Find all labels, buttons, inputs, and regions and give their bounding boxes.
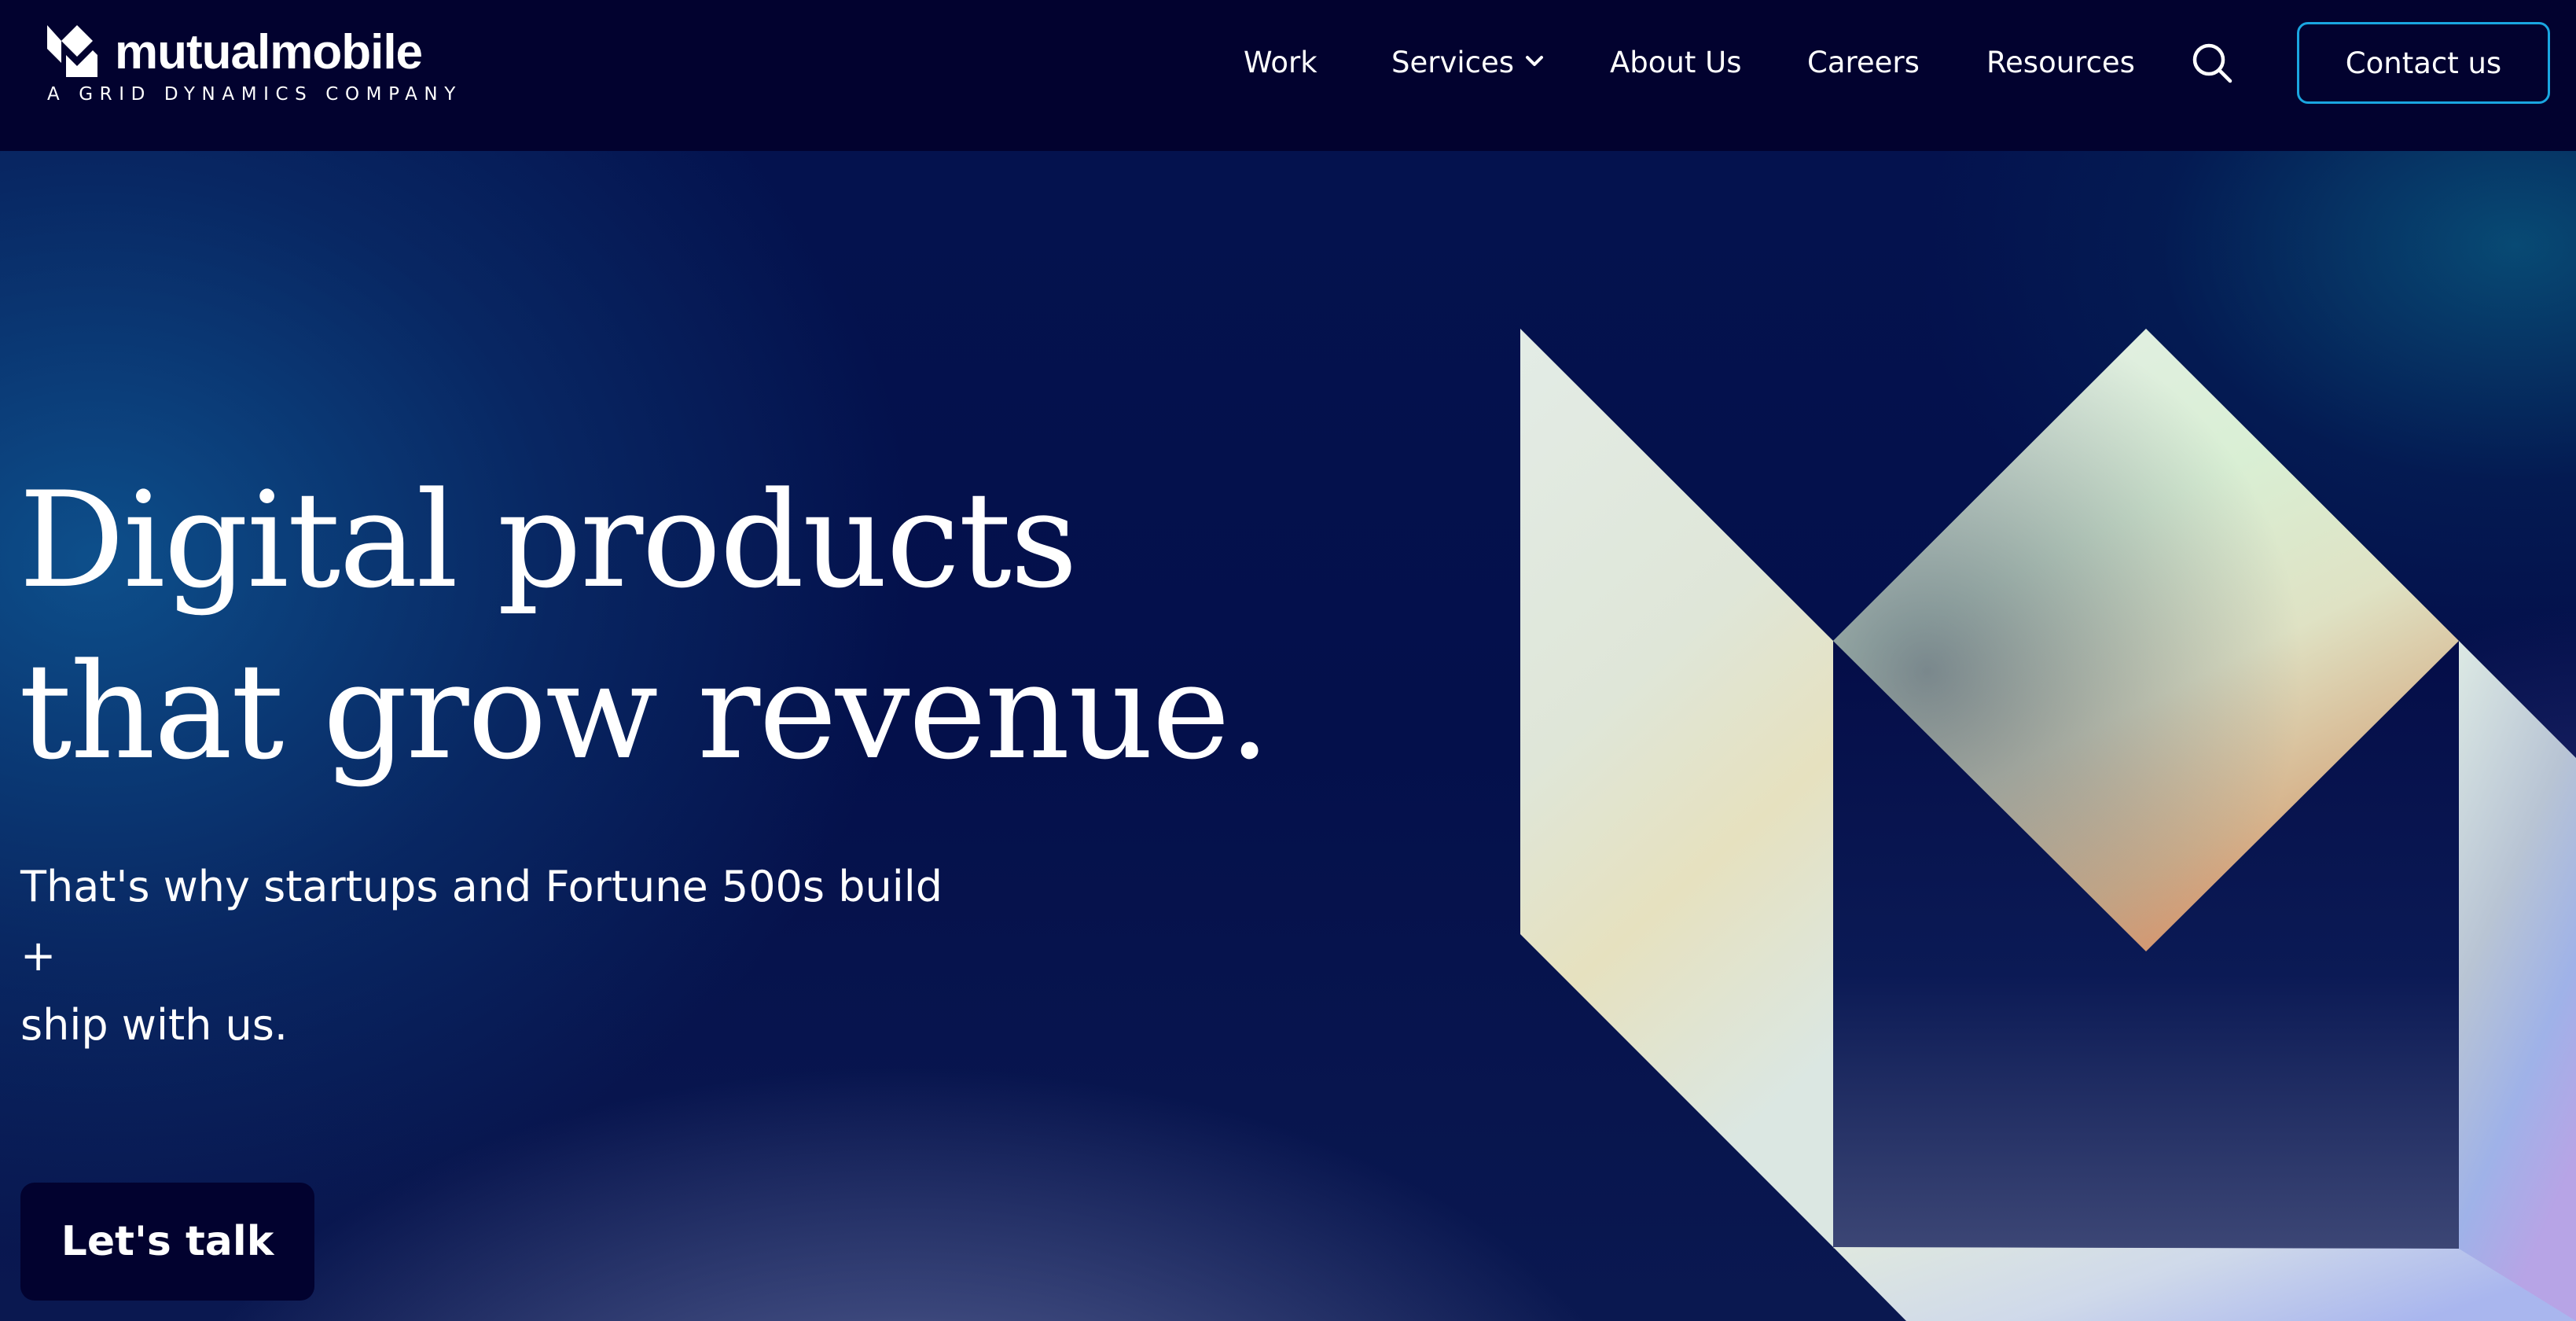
hero-title-line: Digital products (19, 463, 1078, 617)
nav-item-careers[interactable]: Careers (1807, 42, 1920, 83)
search-icon (2192, 43, 2232, 83)
logo-mark-icon (47, 25, 97, 77)
nav-item-resources[interactable]: Resources (1986, 42, 2135, 83)
contact-us-button[interactable]: Contact us (2297, 22, 2550, 104)
logo[interactable]: mutualmobile A GRID DYNAMICS COMPANY (46, 24, 455, 110)
hero-subtitle-line: That's why startups and Fortune 500s bui… (20, 862, 943, 981)
hero-title: Digital products that grow revenue. (19, 454, 1355, 797)
nav-item-services[interactable]: Services (1391, 42, 1544, 83)
nav-item-label: About Us (1610, 46, 1742, 79)
search-button[interactable] (2190, 41, 2234, 85)
nav-item-work[interactable]: Work (1244, 42, 1317, 83)
hero-subtitle-line: ship with us. (20, 1000, 288, 1050)
nav-item-about-us[interactable]: About Us (1610, 42, 1742, 83)
hero-subtitle: That's why startups and Fortune 500s bui… (20, 852, 964, 1060)
nav-item-label: Services (1391, 46, 1515, 79)
m-left-panel (1520, 329, 1833, 1247)
logo-wordmark: mutualmobile (115, 25, 423, 79)
site-header: mutualmobile A GRID DYNAMICS COMPANY Wor… (0, 0, 2576, 151)
m-right-panel (2459, 641, 2576, 1321)
chevron-down-icon (1526, 55, 1544, 66)
lets-talk-button[interactable]: Let's talk (20, 1183, 314, 1301)
page: mutualmobile A GRID DYNAMICS COMPANY Wor… (0, 0, 2576, 1321)
nav-item-label: Resources (1986, 46, 2135, 79)
logo-tagline: A GRID DYNAMICS COMPANY (47, 84, 462, 105)
nav-item-label: Careers (1807, 46, 1920, 79)
hero-title-line: that grow revenue. (19, 635, 1270, 789)
m-bottom-panel (1833, 1247, 2576, 1321)
nav-item-label: Work (1244, 46, 1317, 79)
